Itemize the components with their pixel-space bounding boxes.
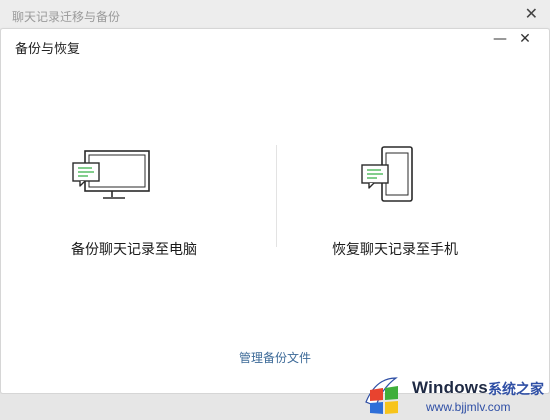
restore-to-phone-label: 恢复聊天记录至手机	[332, 242, 458, 258]
backup-to-pc-label: 备份聊天记录至电脑	[71, 242, 197, 258]
restore-to-phone-option[interactable]: 恢复聊天记录至手机	[306, 145, 484, 259]
dialog-title: 备份与恢复	[15, 42, 81, 57]
backup-restore-dialog: 备份与恢复 — ✕ 备份聊天记录至电脑 恢复聊天记录至手机 管理备份文件	[0, 28, 550, 394]
manage-backups-link[interactable]: 管理备份文件	[1, 349, 549, 366]
monitor-chat-icon	[72, 150, 150, 199]
outer-close-button[interactable]: ✕	[525, 4, 538, 23]
watermark-brand: Windows	[412, 378, 488, 397]
watermark: Windows 系统之家 www.bjjmlv.com	[360, 372, 550, 418]
watermark-url: www.bjjmlv.com	[426, 400, 511, 414]
windows-logo-icon	[365, 377, 398, 414]
outer-titlebar: 聊天记录迁移与备份 ✕	[0, 0, 550, 28]
close-button[interactable]: ✕	[516, 31, 534, 47]
options-divider	[276, 145, 277, 247]
outer-window-title: 聊天记录迁移与备份	[12, 10, 121, 24]
minimize-button[interactable]: —	[491, 31, 509, 47]
backup-to-pc-option[interactable]: 备份聊天记录至电脑	[45, 147, 223, 259]
watermark-brand-cn: 系统之家	[488, 382, 544, 398]
phone-chat-icon	[361, 146, 413, 202]
